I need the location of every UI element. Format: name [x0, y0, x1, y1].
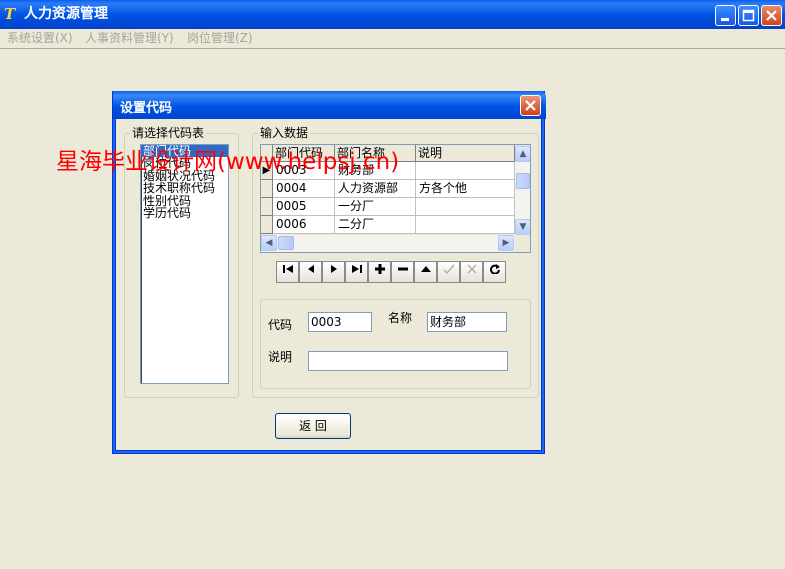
- edit-icon: [420, 266, 431, 272]
- watermark-text: 星海毕业设计网(www.helpsj.cn): [56, 149, 400, 175]
- close-button[interactable]: [761, 5, 782, 26]
- close-icon: [525, 100, 536, 111]
- grid-cell-code[interactable]: 0005: [273, 198, 335, 216]
- minus-icon: [397, 267, 408, 271]
- grid-cell-note[interactable]: 方各个他: [416, 180, 515, 198]
- list-item[interactable]: 学历代码: [141, 207, 228, 219]
- prior-record-icon: [307, 265, 314, 273]
- minimize-button[interactable]: [715, 5, 736, 26]
- grid-cell-note[interactable]: [416, 162, 515, 180]
- maximize-button[interactable]: [738, 5, 759, 26]
- scroll-up-button[interactable]: ▲: [515, 146, 530, 162]
- grid-cell-code[interactable]: 0006: [273, 216, 335, 234]
- nav-refresh-button[interactable]: [483, 261, 506, 283]
- nav-last-button[interactable]: [345, 261, 368, 283]
- refresh-icon: [489, 264, 500, 275]
- grid-cell-note[interactable]: [416, 216, 515, 234]
- first-record-icon: [282, 265, 293, 273]
- menu-bar: 系统设置(X) 人事资料管理(Y) 岗位管理(Z): [0, 29, 785, 47]
- code-input[interactable]: 0003: [308, 312, 372, 332]
- input-data-group-label: 输入数据: [258, 126, 311, 140]
- grid-cell-code[interactable]: 0004: [273, 180, 335, 198]
- next-record-icon: [330, 265, 337, 273]
- plus-icon: [374, 264, 385, 274]
- list-item[interactable]: 技术职称代码: [141, 182, 228, 194]
- scroll-corner: [515, 235, 530, 252]
- close-icon: [766, 10, 777, 21]
- nav-insert-button[interactable]: [368, 261, 391, 283]
- code-table-list[interactable]: 部门代码 岗位代码 婚姻状况代码 技术职称代码 性别代码 学历代码: [140, 144, 229, 384]
- scroll-right-button[interactable]: ▶: [498, 235, 514, 251]
- scroll-left-button[interactable]: ◀: [261, 235, 277, 251]
- horizontal-scroll-thumb[interactable]: [278, 236, 294, 250]
- app-icon: T: [4, 5, 16, 23]
- note-input[interactable]: [308, 351, 508, 371]
- check-icon: [442, 264, 455, 275]
- grid-cell-name[interactable]: 一分厂: [335, 198, 416, 216]
- row-indicator[interactable]: [261, 216, 273, 234]
- set-code-dialog: 设置代码 请选择代码表 部门代码 岗位代码 婚姻状况代码 技术职称代码 性别代码…: [112, 91, 546, 454]
- menu-position-management[interactable]: 岗位管理(Z): [187, 31, 253, 45]
- grid-cell-note[interactable]: [416, 198, 515, 216]
- minimize-icon: [721, 18, 729, 21]
- dialog-title-bar: 设置代码: [113, 91, 546, 119]
- grid-header-note[interactable]: 说明: [416, 145, 515, 162]
- code-table-group-label: 请选择代码表: [130, 126, 207, 140]
- dialog-title: 设置代码: [120, 101, 173, 116]
- nav-prior-button[interactable]: [299, 261, 322, 283]
- main-title-bar: T 人力资源管理: [0, 0, 785, 29]
- db-navigator: [276, 261, 506, 283]
- cancel-x-icon: [466, 264, 477, 274]
- nav-cancel-button[interactable]: [460, 261, 483, 283]
- row-indicator[interactable]: [261, 198, 273, 216]
- code-label: 代码: [268, 318, 293, 332]
- vertical-scroll-thumb[interactable]: [516, 173, 530, 189]
- grid-cell-name[interactable]: 人力资源部: [335, 180, 416, 198]
- nav-delete-button[interactable]: [391, 261, 414, 283]
- window-title: 人力资源管理: [24, 6, 108, 22]
- menu-personnel-records[interactable]: 人事资料管理(Y): [85, 31, 174, 45]
- name-input[interactable]: 财务部: [427, 312, 507, 332]
- menu-system-settings[interactable]: 系统设置(X): [7, 31, 73, 45]
- nav-next-button[interactable]: [322, 261, 345, 283]
- nav-post-button[interactable]: [437, 261, 460, 283]
- name-label: 名称: [388, 311, 413, 325]
- note-label: 说明: [268, 350, 293, 364]
- grid-horizontal-scrollbar[interactable]: ◀ ▶: [261, 235, 515, 252]
- nav-edit-button[interactable]: [414, 261, 437, 283]
- return-button[interactable]: 返 回: [275, 413, 351, 439]
- grid-cell-name[interactable]: 二分厂: [335, 216, 416, 234]
- scroll-down-button[interactable]: ▼: [515, 219, 530, 235]
- row-indicator[interactable]: [261, 180, 273, 198]
- last-record-icon: [351, 265, 362, 273]
- dialog-close-button[interactable]: [520, 95, 541, 116]
- maximize-icon: [742, 9, 755, 22]
- grid-vertical-scrollbar[interactable]: ▲ ▼: [515, 146, 530, 235]
- nav-first-button[interactable]: [276, 261, 299, 283]
